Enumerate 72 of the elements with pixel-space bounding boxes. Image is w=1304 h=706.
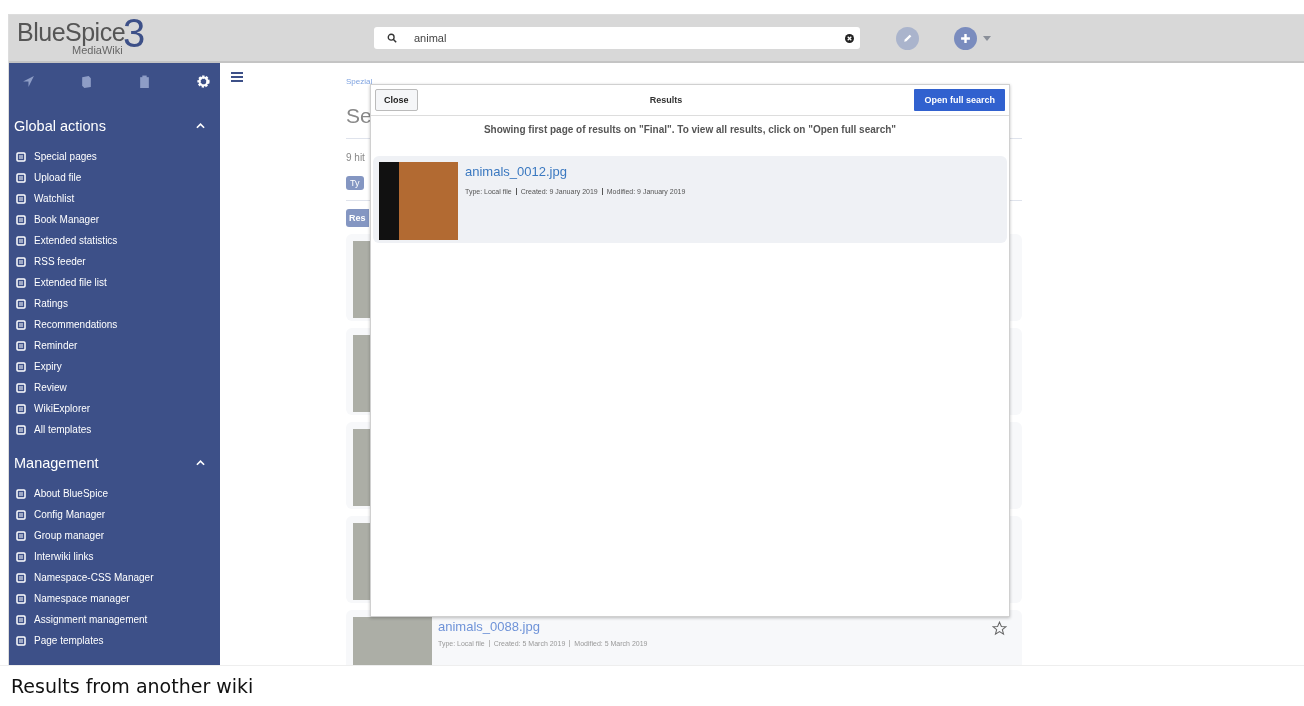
square-icon <box>16 214 26 225</box>
square-icon <box>16 488 26 499</box>
square-icon <box>16 614 26 625</box>
sidebar-link[interactable]: Reminder <box>34 340 78 351</box>
sidebar-link[interactable]: Expiry <box>34 361 62 372</box>
sidebar-link[interactable]: Config Manager <box>34 509 106 520</box>
square-icon <box>16 403 26 414</box>
open-full-search-button[interactable]: Open full search <box>914 89 1005 111</box>
star-icon[interactable] <box>992 621 1007 636</box>
section-heading: Management <box>14 455 99 471</box>
logo-text: BlueSpice <box>17 18 126 46</box>
navigation-arrow-icon[interactable] <box>22 74 35 88</box>
clipboard-icon[interactable] <box>138 74 151 88</box>
sidebar-link[interactable]: Review <box>34 382 67 393</box>
dialog-title: Results <box>649 95 683 105</box>
square-icon <box>16 235 26 246</box>
sidebar-link[interactable]: All templates <box>34 424 92 435</box>
square-icon <box>16 635 26 646</box>
sidebar-link[interactable]: Book Manager <box>34 214 100 225</box>
sidebar-link[interactable]: Interwiki links <box>34 551 94 562</box>
square-icon <box>16 593 26 604</box>
square-icon <box>16 424 26 435</box>
sidebar-link[interactable]: Recommendations <box>34 319 118 330</box>
sidebar-link[interactable]: Watchlist <box>34 193 75 204</box>
sidebar-link[interactable]: Upload file <box>34 172 82 183</box>
search-icon <box>387 33 397 43</box>
logo-number: 3 <box>123 15 146 53</box>
square-icon <box>16 361 26 372</box>
results-notice: Showing first page of results on "Final". To view all results, click on "Open full search" <box>482 124 898 135</box>
clear-icon[interactable] <box>845 33 854 43</box>
sidebar-link[interactable]: Extended statistics <box>34 235 118 246</box>
plus-icon <box>960 32 971 44</box>
pencil-icon <box>902 32 913 44</box>
square-icon <box>16 340 26 351</box>
book-icon[interactable] <box>80 74 93 88</box>
caption: Results from another wiki <box>0 665 1304 706</box>
sidebar-link[interactable]: Group manager <box>34 530 105 541</box>
square-icon <box>16 551 26 562</box>
chevron-icon[interactable] <box>196 123 205 129</box>
result-link[interactable]: animals_0012.jpg <box>465 164 567 179</box>
page-title: Se <box>346 104 372 128</box>
sidebar-link[interactable]: Namespace manager <box>34 593 130 604</box>
sidebar-link[interactable]: RSS feeder <box>34 256 86 267</box>
menu-icon[interactable] <box>231 72 243 82</box>
square-icon <box>16 509 26 520</box>
chevron-icon[interactable] <box>196 460 205 466</box>
square-icon <box>16 319 26 330</box>
square-icon <box>16 172 26 183</box>
sidebar-link[interactable]: Extended file list <box>34 277 107 288</box>
sidebar-link[interactable]: Namespace-CSS Manager <box>34 572 154 583</box>
sidebar-link[interactable]: Ratings <box>34 298 68 309</box>
square-icon <box>16 382 26 393</box>
close-button[interactable]: Close <box>375 89 418 111</box>
hit-count: 9 hit <box>346 152 365 163</box>
square-icon <box>16 193 26 204</box>
section-heading: Global actions <box>14 118 106 134</box>
sidebar-link[interactable]: Page templates <box>34 635 104 646</box>
square-icon <box>16 256 26 267</box>
results-header: Res <box>346 209 369 227</box>
sidebar-link[interactable]: WikiExplorer <box>34 403 91 414</box>
sidebar-link[interactable]: About BlueSpice <box>34 488 108 499</box>
search-input[interactable]: animal <box>414 32 845 44</box>
square-icon <box>16 277 26 288</box>
square-icon <box>16 530 26 541</box>
square-icon <box>16 572 26 583</box>
add-button[interactable] <box>954 26 977 50</box>
square-icon <box>16 298 26 309</box>
settings-icon[interactable] <box>196 73 211 89</box>
search-field[interactable]: animal <box>374 27 860 49</box>
sidebar-link[interactable]: Assignment management <box>34 614 148 625</box>
sidebar-link[interactable]: Special pages <box>34 151 97 162</box>
square-icon <box>16 151 26 162</box>
